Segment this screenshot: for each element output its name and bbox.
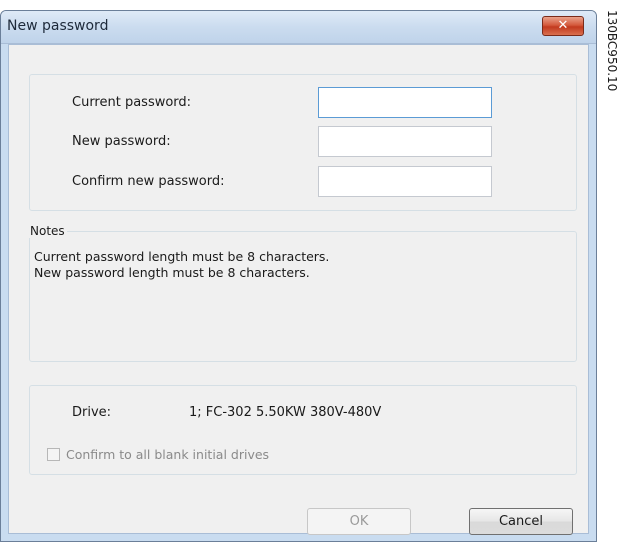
confirm-all-label: Confirm to all blank initial drives bbox=[66, 447, 270, 462]
close-button[interactable]: ✕ bbox=[542, 16, 584, 36]
dialog-body: Current password: New password: Confirm … bbox=[8, 44, 589, 535]
new-password-dialog: New password ✕ Current password: New pas… bbox=[0, 10, 597, 542]
close-icon: ✕ bbox=[557, 18, 569, 33]
confirm-all-checkbox[interactable] bbox=[47, 448, 60, 461]
new-password-input[interactable] bbox=[318, 126, 492, 157]
password-group: Current password: New password: Confirm … bbox=[29, 74, 577, 211]
current-password-input[interactable] bbox=[318, 87, 492, 118]
current-password-label: Current password: bbox=[72, 95, 192, 110]
figure-id-text: 130BC950.10 bbox=[605, 10, 619, 92]
confirm-password-label: Confirm new password: bbox=[72, 174, 225, 189]
new-password-label: New password: bbox=[72, 134, 171, 149]
title-bar[interactable]: New password ✕ bbox=[1, 11, 596, 44]
cancel-button[interactable]: Cancel bbox=[469, 508, 573, 535]
drive-label: Drive: bbox=[72, 405, 112, 420]
notes-text: Current password length must be 8 charac… bbox=[34, 249, 329, 281]
note-line: New password length must be 8 characters… bbox=[34, 265, 310, 280]
notes-legend: Notes bbox=[28, 224, 67, 238]
confirm-password-input[interactable] bbox=[318, 166, 492, 197]
notes-group: Notes Current password length must be 8 … bbox=[28, 224, 577, 362]
window-title: New password bbox=[7, 18, 109, 34]
confirm-all-checkbox-row[interactable]: Confirm to all blank initial drives bbox=[47, 447, 269, 462]
ok-button[interactable]: OK bbox=[307, 508, 411, 535]
drive-value: 1; FC-302 5.50KW 380V-480V bbox=[189, 405, 382, 420]
figure-id: 130BC950.10 bbox=[599, 10, 619, 92]
note-line: Current password length must be 8 charac… bbox=[34, 249, 330, 264]
